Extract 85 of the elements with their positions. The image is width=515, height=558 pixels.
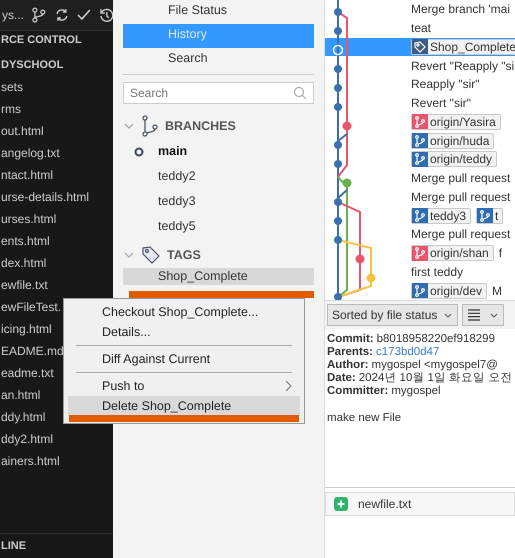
commit-message: M [492, 284, 502, 298]
commit-message: Revert "sir" [411, 96, 471, 110]
tag-item[interactable]: Shop_Complete [123, 268, 314, 285]
detail-label: Commit: [327, 333, 374, 345]
commit-dot [334, 198, 342, 206]
repo-name[interactable]: DYSCHOOL [0, 54, 113, 76]
file-item[interactable]: dex.html [0, 252, 113, 274]
menu-item[interactable]: Details... [68, 322, 300, 342]
file-item[interactable]: ainers.html [0, 450, 113, 472]
list-icon [467, 309, 482, 321]
menu-item[interactable]: Delete Shop_Complete [68, 396, 300, 416]
file-item[interactable]: urses.html [0, 208, 113, 230]
commit-message: Merge pull request [411, 227, 510, 242]
commit-message: Merge pull request [411, 171, 510, 186]
commit-message: Revert "Reapply "si [411, 58, 514, 73]
commit-dot [334, 160, 342, 168]
file-item[interactable]: sets [0, 76, 113, 98]
commit-dot [334, 8, 342, 16]
commit-dot [356, 254, 364, 264]
ref-badge: origin/teddy [411, 151, 498, 168]
commit-dot [334, 27, 342, 35]
chevron-icon [284, 380, 292, 392]
branch-icon[interactable] [31, 7, 47, 23]
file-item[interactable]: ntact.html [0, 164, 113, 186]
ref-badge: origin/huda [411, 132, 494, 149]
file-item[interactable]: angelog.txt [0, 142, 113, 164]
detail-label: Author: [327, 359, 369, 371]
detail-value: 2024년 10월 1일 화요일 오전 [358, 372, 512, 384]
commit-dot [334, 103, 342, 111]
menu-item[interactable]: Checkout Shop_Complete... [68, 302, 300, 322]
history-icon[interactable] [99, 7, 113, 23]
ref-badge: t [476, 208, 504, 224]
file-item[interactable]: urse-details.html [0, 186, 113, 208]
branch-item[interactable]: teddy5 [158, 219, 196, 233]
detail-value: b8018958220ef918299 [376, 333, 495, 345]
commit-dot [332, 44, 344, 56]
tag-icon [141, 245, 161, 265]
menu-item[interactable]: Diff Against Current [68, 349, 300, 369]
detail-value: mygospel <mygospel7@ [372, 359, 498, 371]
commit-dot [342, 122, 352, 130]
file-item[interactable]: ewfile.txt [0, 274, 113, 296]
window-title: ys... [2, 8, 24, 22]
commit-message: f [498, 246, 502, 260]
ref-badge: origin/shan [411, 245, 494, 262]
menu-item[interactable]: Push to [68, 376, 300, 396]
file-item[interactable]: rms [0, 98, 113, 120]
sort-dropdown[interactable]: Sorted by file status [327, 304, 458, 326]
commit-message: teat [411, 21, 432, 36]
file-item[interactable]: out.html [0, 120, 113, 142]
commit-message: first teddy [411, 264, 464, 279]
branch-item[interactable]: teddy3 [158, 194, 196, 208]
commit-dot [334, 141, 342, 149]
branch-icon [141, 115, 159, 137]
commit-dot [366, 274, 376, 282]
parent-link[interactable]: c173bd0d47 [376, 346, 440, 358]
sync-icon[interactable] [54, 7, 70, 23]
commit-dot [334, 84, 342, 92]
commit-dot [334, 65, 342, 73]
detail-label: Committer: [327, 385, 388, 397]
ref-badge: teddy3 [411, 208, 472, 224]
commit-message: Merge pull request [411, 190, 510, 204]
commit-message: Reapply "sir" [411, 77, 480, 92]
commit-message: Merge branch 'mai [411, 2, 510, 16]
detail-value: mygospel [391, 385, 441, 397]
search-icon [293, 86, 307, 100]
check-icon[interactable] [76, 7, 92, 23]
commit-dot [334, 236, 342, 244]
detail-label: Date: [327, 372, 356, 384]
view-mode-dropdown[interactable] [462, 304, 504, 326]
commit-dot [342, 178, 352, 188]
commit-message: make new File [327, 412, 402, 424]
nav-item[interactable]: File Status [123, 0, 314, 24]
file-item[interactable]: ddy2.html [0, 428, 113, 450]
branch-item[interactable]: main [158, 144, 188, 158]
section-title: BRANCHES [165, 119, 236, 133]
ref-badge: origin/Yasira [411, 114, 501, 130]
file-row[interactable]: newfile.txt [325, 492, 515, 516]
section-title: TAGS [167, 248, 201, 262]
detail-label: Parents: [327, 346, 374, 358]
commit-dot [334, 217, 342, 225]
ref-badge: origin/dev [411, 282, 488, 299]
branch-item[interactable]: teddy2 [158, 169, 196, 183]
nav-item[interactable]: Search [123, 48, 314, 72]
search-field[interactable]: Search [123, 82, 314, 104]
file-item[interactable]: ents.html [0, 230, 113, 252]
